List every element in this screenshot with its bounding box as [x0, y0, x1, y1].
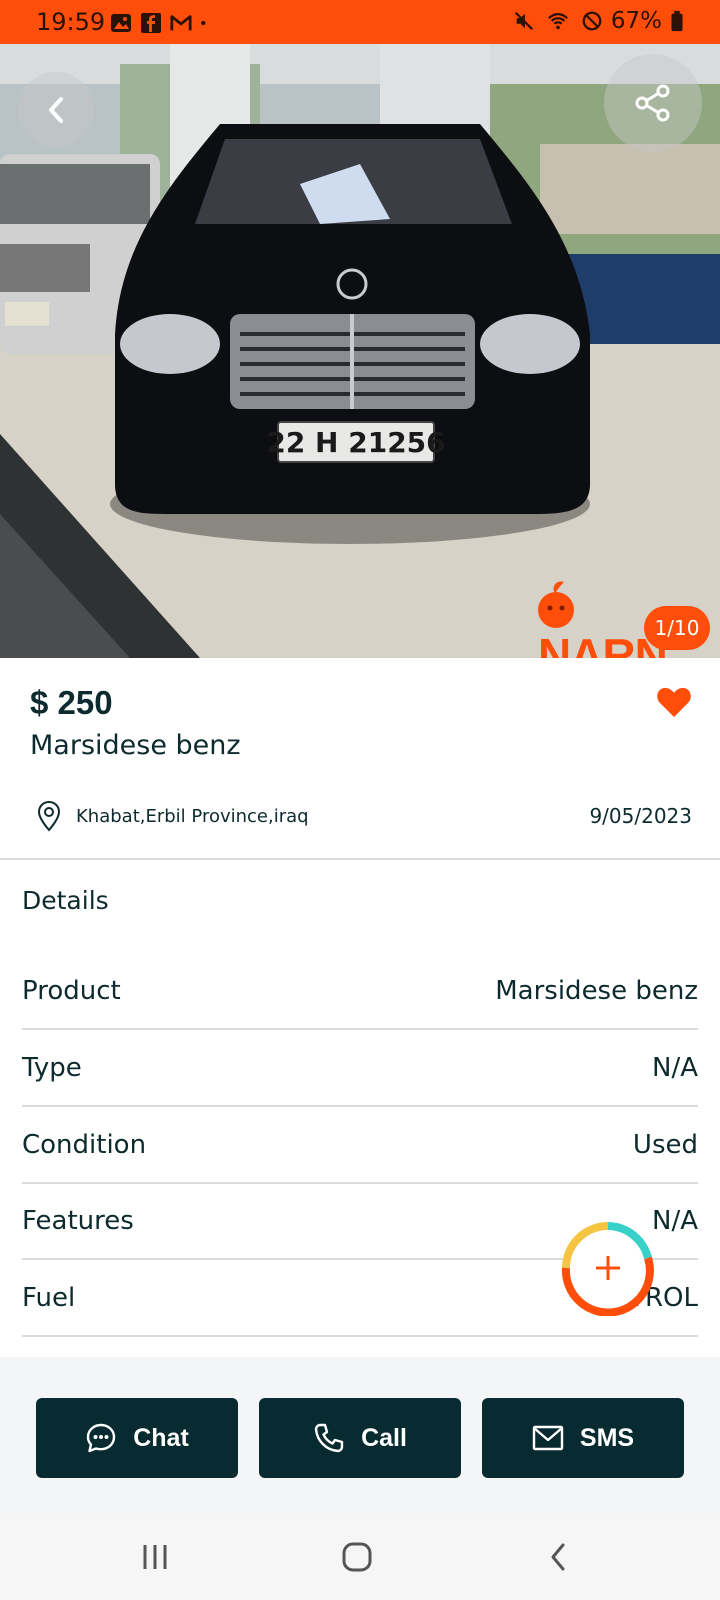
floating-add-button[interactable]: [560, 1220, 656, 1316]
photo-counter: 1/10: [644, 606, 710, 650]
recent-apps-icon: [143, 1545, 167, 1569]
share-icon: [635, 84, 670, 122]
chevron-left-icon: [49, 97, 63, 123]
location-row: Khabat,Erbil Province,iraq: [36, 800, 309, 832]
status-time: 19:59: [36, 8, 106, 36]
home-icon: [342, 1542, 372, 1572]
detail-value: Marsidese benz: [495, 976, 698, 1006]
system-icons: 67%: [513, 8, 684, 34]
wifi-icon: [547, 13, 568, 30]
listing-price: $ 250: [30, 684, 113, 721]
mute-icon: [514, 11, 533, 31]
call-button-label: Call: [361, 1423, 407, 1452]
favorite-heart-icon[interactable]: [656, 686, 692, 718]
back-button[interactable]: [18, 72, 94, 148]
svg-text:22 H 21256: 22 H 21256: [266, 426, 445, 459]
chat-button[interactable]: Chat: [36, 1398, 238, 1478]
chat-button-label: Chat: [133, 1423, 189, 1452]
detail-row-condition: Condition Used: [22, 1108, 698, 1184]
detail-value: N/A: [652, 1206, 698, 1236]
call-button[interactable]: Call: [259, 1398, 461, 1478]
dnd-icon: [582, 11, 602, 31]
sms-button[interactable]: SMS: [482, 1398, 684, 1478]
details-heading: Details: [22, 886, 109, 915]
listing-date: 9/05/2023: [589, 804, 692, 828]
battery-icon: [671, 10, 683, 32]
detail-key: Type: [22, 1053, 82, 1083]
facebook-icon: [141, 13, 161, 33]
system-navigation-bar: [0, 1515, 720, 1600]
car-photo: 22 H 21256: [0, 44, 720, 658]
recent-apps-button[interactable]: [125, 1535, 185, 1579]
back-chevron-icon: [551, 1543, 565, 1571]
detail-value: Used: [632, 1130, 698, 1160]
listing-location: Khabat,Erbil Province,iraq: [76, 805, 309, 827]
detail-row-type: Type N/A: [22, 1031, 698, 1107]
status-bar: 19:59 67%: [0, 0, 720, 44]
brand-logo: [538, 581, 574, 628]
dot-icon: [201, 20, 206, 26]
battery-percent: 67%: [610, 8, 662, 34]
detail-key: Product: [22, 976, 121, 1006]
gmail-icon: [170, 15, 192, 31]
gallery-icon: [111, 14, 131, 32]
detail-key: Fuel: [22, 1283, 76, 1313]
home-button[interactable]: [327, 1535, 387, 1579]
listing-photo-gallery[interactable]: 22 H 21256 NARN 1/10: [0, 44, 720, 658]
divider: [0, 858, 720, 860]
phone-icon: [314, 1423, 344, 1453]
detail-key: Condition: [22, 1130, 147, 1160]
share-button[interactable]: [604, 54, 702, 152]
detail-key: Features: [22, 1206, 134, 1236]
detail-value: N/A: [652, 1053, 698, 1083]
envelope-icon: [532, 1425, 564, 1451]
notification-icons: [110, 12, 212, 34]
system-back-button[interactable]: [528, 1535, 588, 1579]
sms-button-label: SMS: [579, 1423, 635, 1452]
listing-title: Marsidese benz: [30, 730, 241, 761]
chat-bubble-icon: [87, 1423, 116, 1453]
location-pin-icon: [37, 800, 61, 832]
detail-row-product: Product Marsidese benz: [22, 954, 698, 1030]
